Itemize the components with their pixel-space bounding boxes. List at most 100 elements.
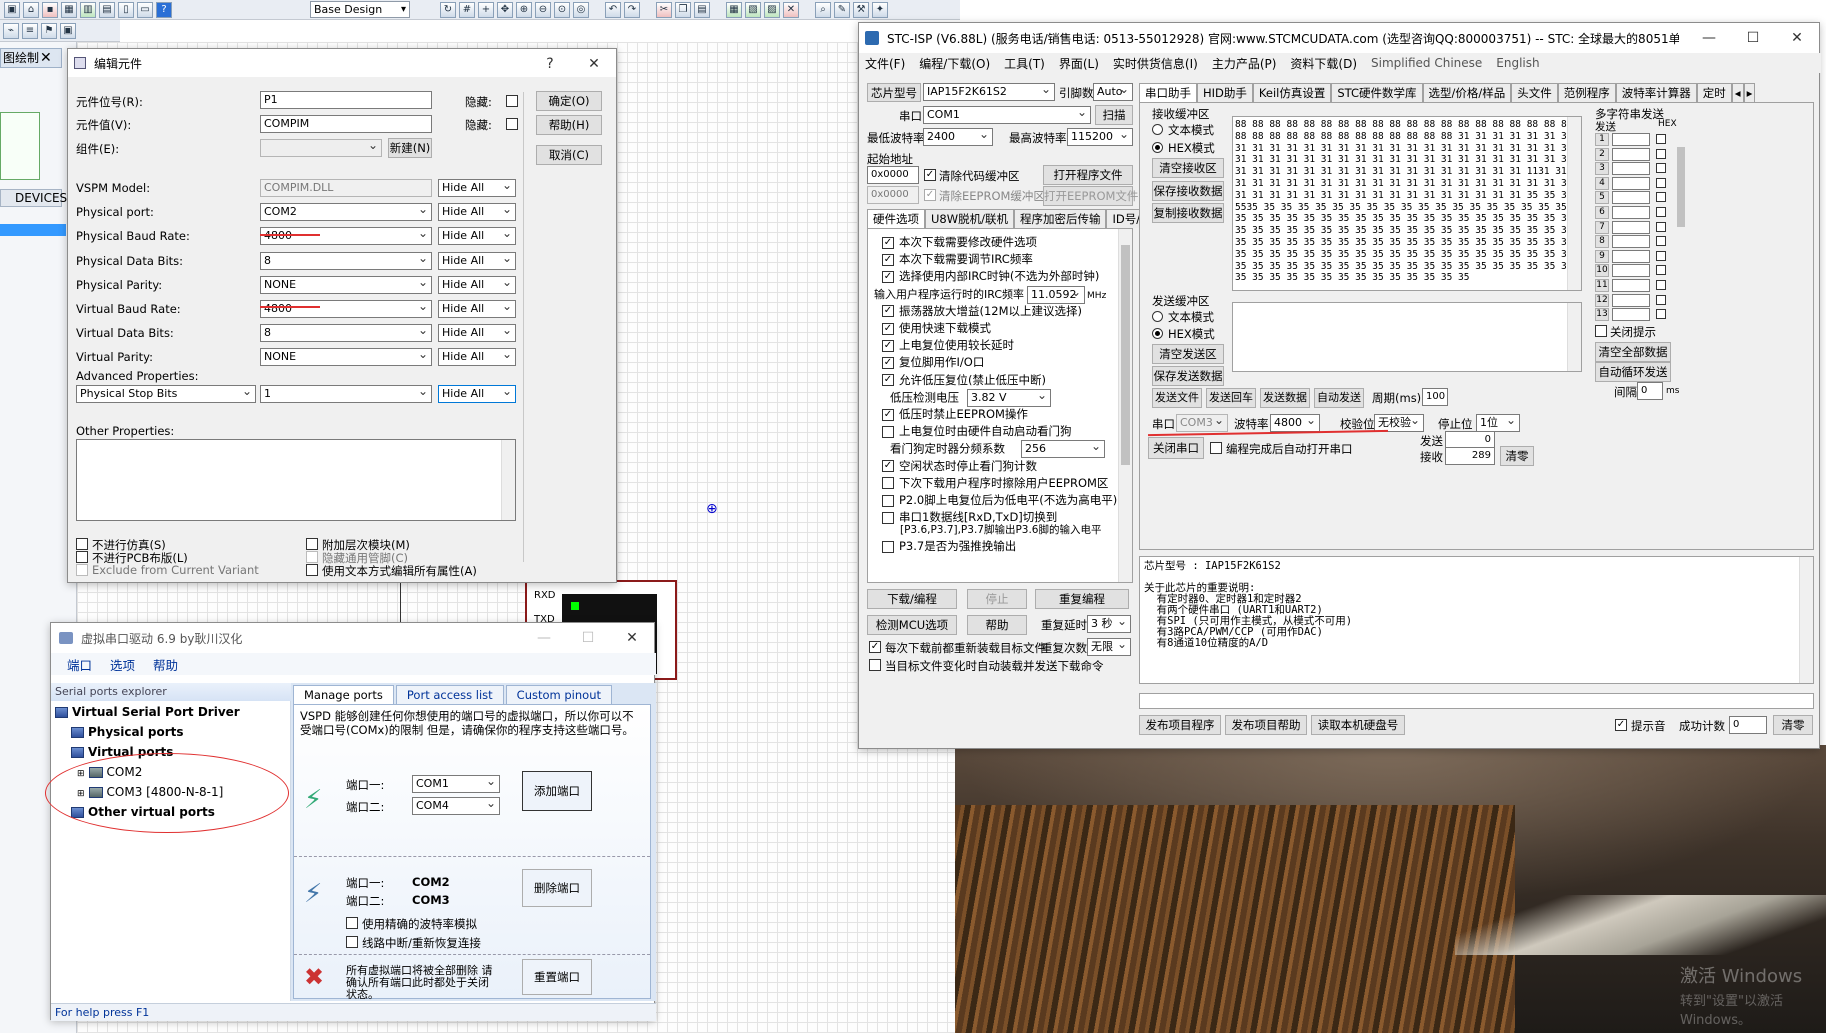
reset-port-button[interactable]: 重置端口 — [522, 959, 592, 995]
send-file-button[interactable]: 发送文件 — [1152, 388, 1202, 408]
tab-timer[interactable]: 定时 — [1696, 83, 1732, 102]
pan-icon[interactable]: ✥ — [497, 2, 513, 18]
code-address-input[interactable]: 0x0000 — [867, 166, 919, 184]
ok-button[interactable]: 确定(O) — [536, 91, 602, 111]
hw-option-checkbox[interactable]: ✓ — [882, 305, 894, 318]
multi-hex-checkbox[interactable] — [1656, 163, 1666, 174]
multi-send-button[interactable]: 1 — [1595, 133, 1609, 146]
multi-send-input[interactable] — [1612, 147, 1650, 161]
grid-icon[interactable]: ▦ — [61, 1, 77, 18]
multi-send-button[interactable]: 2 — [1595, 147, 1609, 161]
zoom-all-icon[interactable]: ⊙ — [554, 2, 570, 18]
property-hide-select[interactable]: Hide All — [438, 227, 516, 246]
send-buffer-textarea[interactable] — [1232, 302, 1582, 372]
tab-custom-pinout[interactable]: Custom pinout — [505, 685, 613, 705]
menu-downloads[interactable]: 资料下载(D) — [1290, 55, 1357, 72]
library-icon[interactable]: ▥ — [80, 1, 96, 18]
property-value-field[interactable]: 8 — [260, 251, 432, 270]
hw-option-checkbox[interactable]: ✓ — [882, 270, 894, 283]
grid-toggle-icon[interactable]: # — [459, 2, 475, 18]
multi-hex-checkbox[interactable] — [1656, 192, 1666, 203]
clear-send-button[interactable]: 清空发送区 — [1152, 344, 1224, 364]
min-baud-select[interactable]: 2400 — [923, 128, 993, 146]
clear-count-button[interactable]: 清零 — [1500, 446, 1534, 466]
scrollbar-thumb[interactable] — [1121, 245, 1130, 465]
close-port-button[interactable]: 关闭串口 — [1148, 437, 1204, 459]
property-value-field[interactable]: NONE — [260, 275, 432, 294]
zoom-out-icon[interactable]: ⊖ — [535, 2, 551, 18]
attach-hier-checkbox[interactable] — [306, 538, 318, 550]
tab-u8w[interactable]: U8W脱机/联机 — [925, 209, 1014, 228]
tab-selection[interactable]: 选型/价格/样品 — [1422, 83, 1512, 102]
script-icon[interactable]: ▣ — [60, 22, 76, 39]
multi-send-input[interactable] — [1612, 162, 1650, 176]
send-data-button[interactable]: 发送数据 — [1260, 388, 1310, 408]
design-select[interactable]: Base Design — [310, 1, 410, 18]
document-icon[interactable]: ▭ — [137, 1, 153, 18]
multi-hex-checkbox[interactable] — [1656, 148, 1666, 159]
side-tab[interactable]: 图绘制 — [0, 48, 62, 68]
chip-label-button[interactable]: 芯片型号 — [867, 83, 921, 102]
bus-icon[interactable]: ≡ — [22, 22, 38, 39]
multi-send-button[interactable]: 8 — [1595, 235, 1609, 249]
close-tip-checkbox[interactable] — [1595, 325, 1607, 337]
hw-option-row[interactable]: ✓ 空闲状态时停止看门狗计数 — [882, 458, 1037, 474]
multi-send-input[interactable] — [1612, 206, 1650, 219]
paste-icon[interactable]: ▤ — [694, 2, 710, 18]
tab-baud-calc[interactable]: 波特率计算器 — [1615, 83, 1697, 102]
multi-hex-checkbox[interactable] — [1656, 236, 1666, 247]
menu-supply[interactable]: 实时供货信息(I) — [1113, 55, 1198, 72]
hw-option-checkbox[interactable] — [882, 477, 894, 490]
redo-icon[interactable]: ↷ — [624, 2, 640, 18]
hw-option-row[interactable]: ✓ 本次下载需要修改硬件选项 — [882, 234, 1037, 250]
property-hide-select[interactable]: Hide All — [438, 251, 516, 270]
hw-option-checkbox[interactable]: ✓ — [882, 339, 894, 352]
tab-hid[interactable]: HID助手 — [1197, 83, 1253, 102]
property-value-field[interactable]: COMPIM.DLL — [260, 179, 432, 197]
recv-buffer-textarea[interactable]: 88 88 88 88 88 88 88 88 88 88 88 88 88 8… — [1232, 116, 1582, 291]
help-icon[interactable]: ? — [156, 1, 172, 18]
multi-hex-checkbox[interactable] — [1656, 207, 1666, 217]
multi-send-button[interactable]: 4 — [1595, 176, 1609, 190]
property-hide-select[interactable]: Hide All — [438, 300, 516, 318]
hw-option-row[interactable]: ✓ 低压时禁止EEPROM操作 — [882, 406, 1028, 422]
multi-send-input[interactable] — [1612, 293, 1650, 307]
baud-select[interactable]: 4800 — [1270, 414, 1320, 432]
copy-recv-button[interactable]: 复制接收数据 — [1152, 203, 1224, 223]
clear-recv-button[interactable]: 清空接收区 — [1152, 158, 1224, 178]
menu-program[interactable]: 编程/下载(O) — [919, 55, 990, 72]
hw-option-row[interactable]: ✓ 允许低压复位(禁止低压中断) — [882, 372, 1046, 388]
recv-hex-mode-radio[interactable] — [1152, 142, 1163, 153]
hw-option-row[interactable]: P2.0脚上电复位后为低电平(不选为高电平) — [882, 492, 1117, 508]
no-pcb-checkbox[interactable] — [76, 551, 88, 563]
hw-option-checkbox[interactable]: ✓ — [882, 322, 894, 335]
exclude-variant-checkbox[interactable] — [76, 564, 88, 576]
add-port-button[interactable]: 添加端口 — [522, 771, 592, 811]
add-port1-select[interactable]: COM1 — [412, 775, 500, 793]
hide-part-value-checkbox[interactable] — [506, 118, 518, 130]
part-ref-input[interactable]: P1 — [260, 91, 432, 109]
block-delete-icon[interactable]: ✕ — [783, 2, 799, 18]
add-port2-select[interactable]: COM4 — [412, 797, 500, 815]
menu-interface[interactable]: 界面(L) — [1059, 55, 1099, 72]
multi-send-input[interactable] — [1612, 249, 1650, 263]
overview-window[interactable] — [0, 112, 40, 180]
interval-input[interactable]: 0 — [1637, 382, 1663, 400]
close-icon[interactable]: ✕ — [610, 623, 654, 653]
period-input[interactable]: 100 — [1422, 388, 1448, 406]
help-button[interactable]: 帮助 — [967, 615, 1027, 635]
make-device-icon[interactable]: ✎ — [834, 2, 850, 18]
hw-option-row[interactable]: ✓ 本次下载需要调节IRC频率 — [882, 251, 1033, 267]
auto-send-button[interactable]: 自动发送 — [1314, 388, 1364, 408]
publish-program-button[interactable]: 发布项目程序 — [1139, 715, 1221, 735]
copy-icon[interactable]: ❐ — [675, 2, 691, 18]
open-program-button[interactable]: 打开程序文件 — [1043, 165, 1133, 185]
devices-tab[interactable]: DEVICES — [0, 189, 67, 207]
property-hide-select[interactable]: Hide All — [438, 179, 516, 197]
zoom-area-icon[interactable]: ◎ — [573, 2, 589, 18]
reload-each-checkbox[interactable]: ✓ — [869, 641, 881, 653]
part-value-input[interactable]: COMPIM — [260, 115, 432, 133]
multi-hex-checkbox[interactable] — [1656, 294, 1666, 305]
minimize-icon[interactable]: — — [522, 623, 566, 653]
scrollbar-thumb[interactable] — [1677, 147, 1685, 227]
